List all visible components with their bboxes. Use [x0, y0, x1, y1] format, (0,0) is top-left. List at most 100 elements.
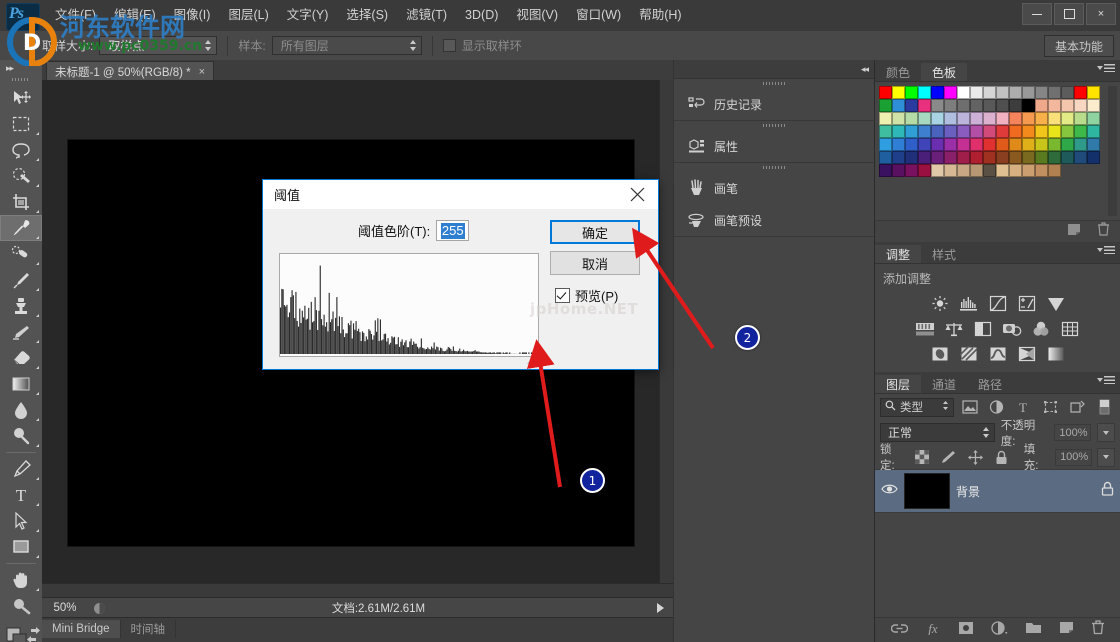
menu-item-help[interactable]: 帮助(H) — [630, 6, 690, 25]
color-swatch[interactable] — [931, 138, 944, 151]
color-swatch[interactable] — [983, 125, 996, 138]
filter-pixel-icon[interactable] — [959, 398, 981, 417]
tab-channels[interactable]: 通道 — [921, 375, 968, 393]
color-swatch[interactable] — [1061, 151, 1074, 164]
exposure-icon[interactable] — [1016, 294, 1038, 313]
eraser-tool[interactable] — [0, 345, 42, 371]
vibrance-icon[interactable] — [1045, 294, 1067, 313]
color-swatch[interactable] — [918, 138, 931, 151]
color-swatch[interactable] — [905, 125, 918, 138]
adjustment-icon[interactable] — [990, 620, 1008, 640]
color-swatch[interactable] — [1022, 125, 1035, 138]
color-swatch[interactable] — [1009, 138, 1022, 151]
menu-item-3d[interactable]: 3D(D) — [456, 6, 507, 25]
marquee-tool[interactable] — [0, 111, 42, 137]
color-swatch[interactable] — [1035, 112, 1048, 125]
color-swatch[interactable] — [1022, 138, 1035, 151]
show-sampling-ring-checkbox[interactable] — [442, 39, 456, 52]
status-menu-arrow-icon[interactable] — [647, 603, 673, 613]
tab-swatches[interactable]: 色板 — [921, 63, 968, 81]
color-swatch[interactable] — [996, 164, 1009, 177]
color-lookup-icon[interactable] — [1059, 319, 1081, 338]
tab-styles[interactable]: 样式 — [921, 245, 968, 263]
color-swatch[interactable] — [1035, 151, 1048, 164]
color-swatch[interactable] — [905, 138, 918, 151]
layer-visibility-icon[interactable] — [881, 482, 898, 500]
color-swatch[interactable] — [957, 138, 970, 151]
history-brush-tool[interactable] — [0, 319, 42, 345]
rectangle-tool[interactable] — [0, 534, 42, 560]
color-swatch[interactable] — [918, 125, 931, 138]
color-swatch[interactable] — [996, 99, 1009, 112]
fill-dropdown-icon[interactable] — [1097, 447, 1115, 467]
color-swatch[interactable] — [918, 112, 931, 125]
color-swatch[interactable] — [892, 99, 905, 112]
tools-panel-grip[interactable] — [0, 74, 42, 85]
color-swatch[interactable] — [996, 151, 1009, 164]
lock-all-icon[interactable] — [991, 448, 1013, 467]
tab-layers[interactable]: 图层 — [875, 375, 922, 393]
color-swatch[interactable] — [879, 112, 892, 125]
color-swatch[interactable] — [1061, 99, 1074, 112]
color-swatch[interactable] — [957, 99, 970, 112]
color-swatch[interactable] — [879, 151, 892, 164]
panel-group-grip[interactable] — [674, 163, 874, 172]
color-swatch[interactable] — [892, 125, 905, 138]
color-swatch[interactable] — [918, 151, 931, 164]
threshold-level-input[interactable]: 255 — [436, 220, 470, 241]
hue-saturation-icon[interactable] — [914, 319, 936, 338]
color-swatch[interactable] — [1087, 151, 1100, 164]
document-tab[interactable]: 未标题-1 @ 50%(RGB/8) * × — [46, 61, 215, 81]
black-white-icon[interactable] — [972, 319, 994, 338]
color-swatch[interactable] — [1022, 112, 1035, 125]
menu-item-filter[interactable]: 滤镜(T) — [397, 6, 456, 25]
color-swatch[interactable] — [957, 112, 970, 125]
color-swatch[interactable] — [957, 164, 970, 177]
color-swatch[interactable] — [1061, 112, 1074, 125]
color-swatch[interactable] — [1035, 86, 1048, 99]
posterize-icon[interactable] — [958, 344, 980, 363]
threshold-icon[interactable] — [987, 344, 1009, 363]
workspace-button[interactable]: 基本功能 — [1043, 35, 1114, 57]
menu-item-view[interactable]: 视图(V) — [507, 6, 567, 25]
invert-icon[interactable] — [929, 344, 951, 363]
panel-button-properties[interactable]: 属性 — [674, 130, 874, 162]
opacity-value[interactable]: 100% — [1054, 424, 1092, 441]
color-swatch[interactable] — [944, 138, 957, 151]
swatch-grid[interactable] — [879, 86, 1120, 177]
color-swatch[interactable] — [1022, 164, 1035, 177]
color-swatch[interactable] — [1074, 112, 1087, 125]
color-swatch[interactable] — [931, 112, 944, 125]
color-swatch[interactable] — [1009, 99, 1022, 112]
color-swatch[interactable] — [1048, 125, 1061, 138]
pen-tool[interactable] — [0, 456, 42, 482]
curves-icon[interactable] — [987, 294, 1009, 313]
color-swatch[interactable] — [1087, 138, 1100, 151]
color-swatch[interactable] — [1074, 99, 1087, 112]
color-swatch[interactable] — [1061, 138, 1074, 151]
color-swatch[interactable] — [970, 99, 983, 112]
threshold-dialog[interactable]: 阈值 阈值色阶(T): 255 确定 取消 预览(P) — [262, 179, 659, 370]
color-swatch[interactable] — [879, 86, 892, 99]
dialog-cancel-button[interactable]: 取消 — [550, 251, 640, 275]
color-swatch[interactable] — [1061, 125, 1074, 138]
zoom-tool[interactable] — [0, 593, 42, 619]
color-swatch[interactable] — [1048, 138, 1061, 151]
color-swatch[interactable] — [892, 151, 905, 164]
maximize-button[interactable] — [1054, 3, 1084, 25]
new-layer-icon[interactable] — [1059, 621, 1074, 639]
color-swatch[interactable] — [1009, 86, 1022, 99]
color-swatch[interactable] — [970, 138, 983, 151]
trash-icon[interactable] — [1091, 620, 1105, 640]
filter-smart-icon[interactable] — [1066, 398, 1088, 417]
color-swatch[interactable] — [1009, 164, 1022, 177]
color-swatch[interactable] — [983, 138, 996, 151]
color-swatch[interactable] — [1061, 86, 1074, 99]
panel-button-brush-presets[interactable]: 画笔预设 — [674, 204, 874, 236]
filter-toggle-icon[interactable] — [1093, 398, 1115, 417]
color-swatch[interactable] — [892, 112, 905, 125]
channel-mixer-icon[interactable] — [1030, 319, 1052, 338]
color-swatch[interactable] — [1087, 112, 1100, 125]
panel-button-brush[interactable]: 画笔 — [674, 172, 874, 204]
threshold-slider-handle[interactable] — [527, 355, 541, 364]
